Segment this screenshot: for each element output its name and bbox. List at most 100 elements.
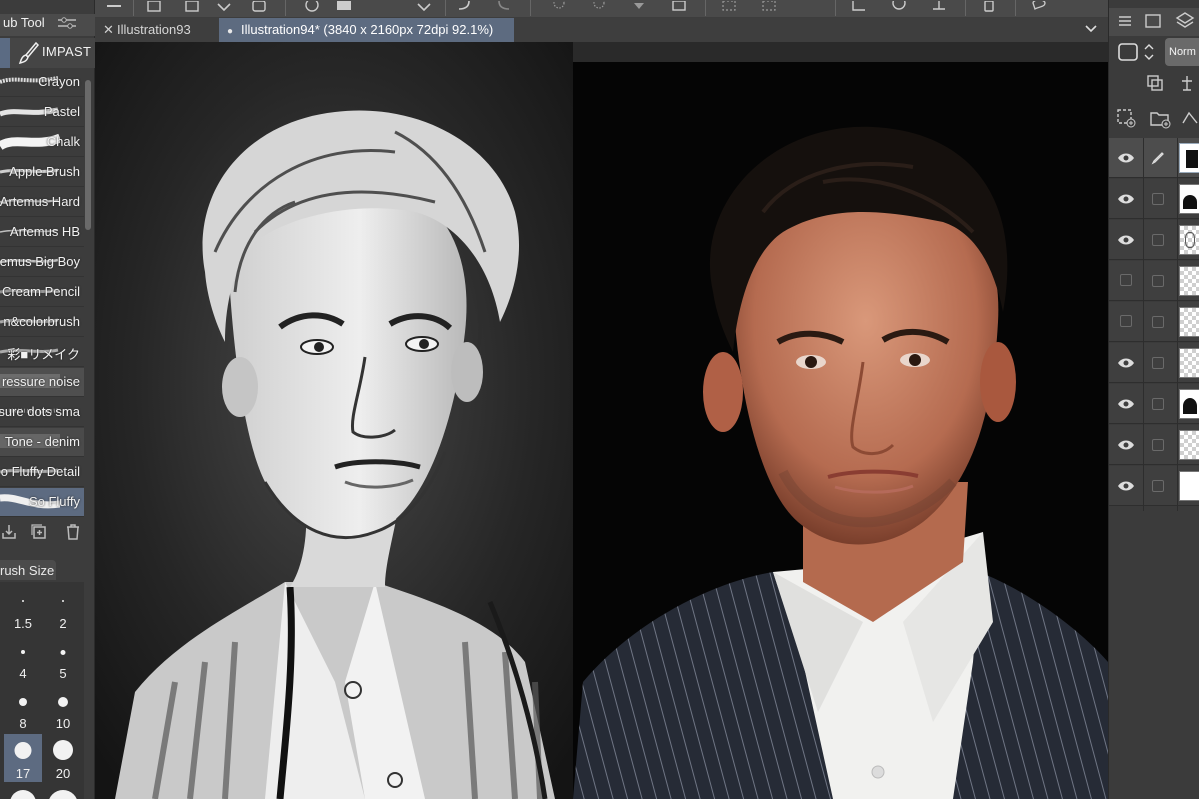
tab-illustration93[interactable]: ✕ Illustration93 <box>95 18 218 42</box>
dropdown-icon[interactable] <box>215 1 233 15</box>
brush-item-selected[interactable]: So Fluffy <box>0 488 84 517</box>
layer-row[interactable] <box>1109 466 1199 506</box>
save-icon[interactable] <box>250 0 268 15</box>
brush-size-cell[interactable]: 10 <box>44 684 82 732</box>
layers-icon[interactable] <box>1175 11 1195 31</box>
stepper-icon[interactable] <box>1142 41 1156 63</box>
brush-size-cell[interactable]: 5 <box>44 634 82 682</box>
device-icon[interactable] <box>980 0 998 15</box>
layer-lock-checkbox[interactable] <box>1152 234 1164 246</box>
close-icon[interactable]: ✕ <box>103 18 117 42</box>
eye-icon[interactable] <box>1117 151 1135 165</box>
import-icon[interactable] <box>0 523 18 541</box>
lighthouse-icon[interactable] <box>1177 73 1197 93</box>
brush-size-cell-selected[interactable]: 17 <box>4 734 42 782</box>
duplicate-icon[interactable] <box>30 523 48 541</box>
brush-item[interactable]: ressure noise <box>0 368 84 397</box>
spinner-icon[interactable] <box>550 0 568 15</box>
brush-item[interactable]: Crayon <box>0 68 84 97</box>
new-layer-icon[interactable] <box>1115 107 1137 129</box>
brush-item[interactable]: Artemus Hard <box>0 188 84 217</box>
transform-icon[interactable] <box>670 0 688 15</box>
layer-column-divider <box>1143 138 1144 511</box>
spinner-icon[interactable] <box>590 0 608 15</box>
layer-lock-checkbox[interactable] <box>1152 439 1164 451</box>
tab-illustration94[interactable]: ● Illustration94* (3840 x 2160px 72dpi 92… <box>219 18 514 42</box>
layer-row[interactable] <box>1109 261 1199 301</box>
brush-list-scrollbar[interactable] <box>85 80 91 230</box>
layer-lock-checkbox[interactable] <box>1152 193 1164 205</box>
fill-icon[interactable] <box>630 1 648 15</box>
brush-item[interactable]: emus Big Boy <box>0 248 84 277</box>
brush-item[interactable]: n&colorbrush <box>0 308 84 337</box>
brush-size-cell[interactable] <box>44 784 82 799</box>
brush-item[interactable]: Cream Pencil <box>0 278 84 307</box>
layer-color-icon[interactable] <box>1117 41 1139 63</box>
brush-item[interactable]: Artemus HB <box>0 218 84 247</box>
brush-size-cell[interactable]: 20 <box>44 734 82 782</box>
eye-icon[interactable] <box>1117 479 1135 493</box>
eye-icon[interactable] <box>1117 438 1135 452</box>
drawing-canvas[interactable] <box>95 42 1108 799</box>
layer-lock-checkbox[interactable] <box>1152 357 1164 369</box>
eye-icon[interactable] <box>1117 356 1135 370</box>
brush-item[interactable]: Apple Brush <box>0 158 84 187</box>
layer-row-selected[interactable] <box>1109 138 1199 178</box>
brush-size-cell[interactable]: 8 <box>4 684 42 732</box>
eye-icon[interactable] <box>1117 233 1135 247</box>
brush-size-title: rush Size <box>0 563 55 578</box>
brush-size-cell[interactable]: 1.5 <box>4 584 42 632</box>
new-file-icon[interactable] <box>145 0 163 15</box>
brush-size-cell[interactable]: 2 <box>44 584 82 632</box>
visibility-checkbox[interactable] <box>1120 274 1132 286</box>
visibility-checkbox[interactable] <box>1120 315 1132 327</box>
brush-item[interactable]: sure dots sma <box>0 398 84 427</box>
brush-item[interactable]: o Fluffy Detail <box>0 458 84 487</box>
layer-row[interactable] <box>1109 425 1199 465</box>
layer-row[interactable] <box>1109 302 1199 342</box>
speech-icon[interactable] <box>1030 0 1048 15</box>
brush-item[interactable]: Pastel <box>0 98 84 127</box>
layer-thumbnail <box>1179 184 1199 214</box>
dropdown-icon[interactable] <box>415 1 433 15</box>
chevron-down-icon[interactable] <box>1084 22 1098 36</box>
layer-row[interactable] <box>1109 179 1199 219</box>
brush-size-cell[interactable]: 4 <box>4 634 42 682</box>
layer-property-icon[interactable] <box>1143 11 1163 31</box>
layer-row[interactable] <box>1109 343 1199 383</box>
menu-icon[interactable] <box>1115 11 1135 31</box>
layer-row[interactable] <box>1109 384 1199 424</box>
brush-item[interactable]: Tone - denim <box>0 428 84 457</box>
selection-icon[interactable] <box>720 0 738 15</box>
layer-lock-checkbox[interactable] <box>1152 316 1164 328</box>
layer-lock-checkbox[interactable] <box>1152 275 1164 287</box>
circle-icon[interactable] <box>890 0 908 15</box>
redo-icon[interactable] <box>495 0 513 15</box>
brush-item[interactable]: Chalk <box>0 128 84 157</box>
undo-icon[interactable] <box>455 0 473 15</box>
add-material-icon[interactable] <box>303 0 321 15</box>
menu-icon[interactable] <box>105 1 123 15</box>
eye-icon[interactable] <box>1117 192 1135 206</box>
blend-mode-select[interactable]: Norm <box>1165 38 1199 66</box>
toolbar-divider <box>835 0 836 16</box>
open-icon[interactable] <box>183 0 201 15</box>
brush-label: Cream Pencil <box>1 284 80 299</box>
brush-item[interactable]: 彩■リメイク <box>0 338 84 367</box>
layer-lock-checkbox[interactable] <box>1152 480 1164 492</box>
line-icon[interactable] <box>930 1 948 15</box>
layer-lock-checkbox[interactable] <box>1152 398 1164 410</box>
layer-stack-icon[interactable] <box>335 1 353 15</box>
reference-layer-icon[interactable] <box>1145 73 1165 93</box>
layer-row[interactable] <box>1109 220 1199 260</box>
trash-icon[interactable] <box>64 523 82 541</box>
toolbar-divider <box>133 0 134 16</box>
brush-size-cell[interactable] <box>4 784 42 799</box>
layer-thumbnail <box>1179 225 1199 255</box>
new-folder-icon[interactable] <box>1149 107 1171 129</box>
sub-tool-settings-icon[interactable] <box>56 15 78 31</box>
eye-icon[interactable] <box>1117 397 1135 411</box>
selection-icon[interactable] <box>760 0 778 15</box>
ruler-icon[interactable] <box>850 1 868 15</box>
layer-transfer-icon[interactable] <box>1179 107 1199 129</box>
